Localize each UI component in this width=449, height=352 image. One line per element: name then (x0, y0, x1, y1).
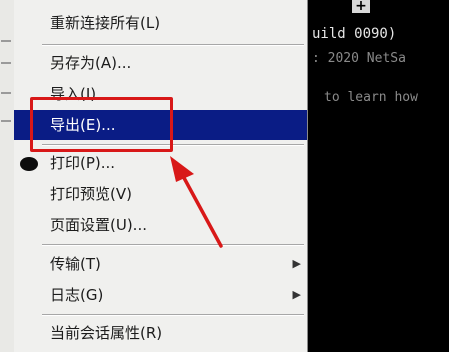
submenu-arrow-icon: ▶ (292, 288, 301, 301)
menu-item-print-preview[interactable]: 打印预览(V) (14, 179, 307, 209)
menu-item-save-as[interactable]: 另存为(A)... (14, 48, 307, 78)
background-window-edge (0, 0, 14, 352)
menu-item-session-properties[interactable]: 当前会话属性(R) (14, 318, 307, 348)
menu-item-label: 另存为(A)... (50, 54, 132, 72)
menu-separator (42, 44, 304, 46)
menu-separator (42, 314, 304, 316)
background-fragment (1, 40, 11, 42)
menu-item-transfer[interactable]: 传输(T) ▶ (14, 249, 307, 279)
terminal-line: : 2020 NetSa (312, 51, 406, 66)
menu-item-label: 传输(T) (50, 255, 101, 273)
submenu-arrow-icon: ▶ (292, 257, 301, 270)
background-fragment (1, 92, 11, 94)
menu-item-label: 页面设置(U)... (50, 216, 147, 234)
new-tab-button[interactable]: + (352, 0, 370, 13)
terminal-line: to learn how (324, 90, 418, 105)
menu-item-label: 日志(G) (50, 286, 104, 304)
menu-item-label: 打印(P)... (50, 154, 116, 172)
terminal-area[interactable]: + uild 0090) : 2020 NetSa to learn how (308, 0, 449, 352)
background-fragment (1, 62, 11, 64)
menu-item-label: 当前会话属性(R) (50, 324, 163, 342)
terminal-line: uild 0090) (312, 26, 397, 42)
menu-item-reconnect-all[interactable]: 重新连接所有(L) (14, 8, 307, 38)
background-fragment (1, 120, 11, 122)
menu-item-print[interactable]: 打印(P)... (14, 148, 307, 178)
menu-item-log[interactable]: 日志(G) ▶ (14, 280, 307, 310)
printer-icon (20, 157, 38, 171)
menu-separator (42, 244, 304, 246)
menu-item-page-setup[interactable]: 页面设置(U)... (14, 210, 307, 240)
file-menu: 重新连接所有(L) 另存为(A)... 导入(I)... 导出(E)... 打印… (14, 0, 308, 352)
menu-item-label: 重新连接所有(L) (50, 14, 161, 32)
menu-item-label: 打印预览(V) (50, 185, 132, 203)
annotation-highlight-box (30, 97, 173, 152)
